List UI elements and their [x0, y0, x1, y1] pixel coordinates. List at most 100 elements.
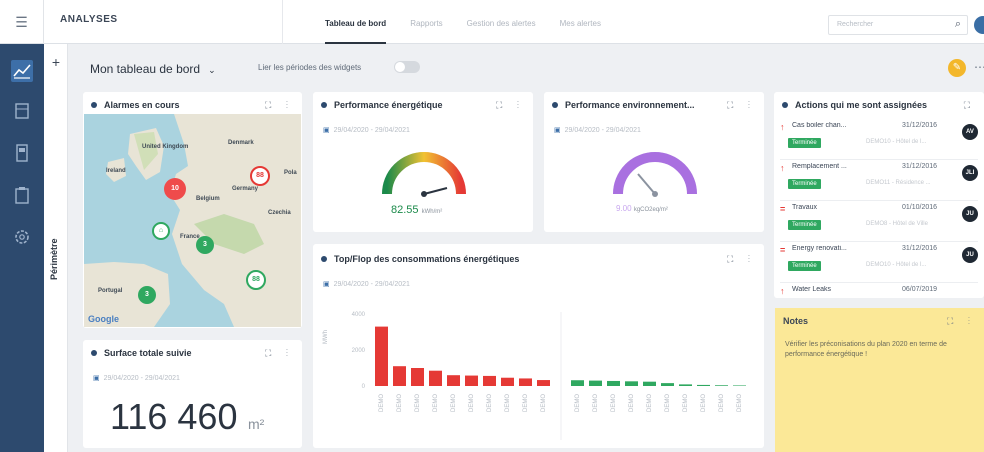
chart-bar: [465, 375, 478, 386]
map-label: Czechia: [268, 210, 291, 216]
assignee-avatar: JU: [962, 206, 978, 222]
widget-title: Notes: [783, 316, 809, 326]
x-tick-label: DEMO: [611, 394, 617, 412]
add-icon[interactable]: +: [49, 55, 63, 69]
user-avatar[interactable]: [974, 16, 984, 34]
x-tick-label: DEMO: [719, 394, 725, 412]
action-name: Remplacement ...: [792, 163, 847, 170]
chart-bar: [429, 370, 442, 386]
action-date: 31/12/2016: [902, 122, 938, 129]
environment-period: ▣ 29/04/2020 - 29/04/2021: [554, 126, 641, 134]
action-item[interactable]: ↑ Cas boiler chan... 31/12/2016 DEMO10 - Hô…: [780, 120, 978, 160]
widget-tools[interactable]: ⛶: [964, 100, 976, 111]
notes-text[interactable]: Vérifier les préconisations du plan 2020…: [785, 340, 972, 360]
chart-bar: [411, 368, 424, 386]
environment-number: 9.00: [616, 204, 632, 213]
widget-tools[interactable]: ⛶ ⋮: [727, 254, 756, 265]
widget-title: Performance énergétique: [334, 100, 443, 110]
widget-tools[interactable]: ⛶ ⋮: [265, 348, 294, 359]
x-tick-label: DEMO: [415, 394, 421, 412]
actions-widget: Actions qui me sont assignées ⛶ ↑ Cas boil…: [774, 92, 984, 298]
x-tick-label: DEMO: [469, 394, 475, 412]
assignee-avatar: AV: [962, 124, 978, 140]
widget-title: Actions qui me sont assignées: [795, 100, 928, 110]
alarm-cluster[interactable]: 10: [164, 178, 186, 200]
dashboard-selector[interactable]: Mon tableau de bord ⌄: [90, 62, 216, 76]
clipboard-icon[interactable]: [11, 184, 33, 206]
action-date: 31/12/2016: [902, 163, 938, 170]
map-label: Germany: [232, 186, 259, 192]
widget-tools[interactable]: ⛶ ⋮: [947, 316, 976, 327]
meter-icon[interactable]: [11, 142, 33, 164]
more-icon[interactable]: ⋯: [974, 60, 984, 74]
x-tick-label: DEMO: [701, 394, 707, 412]
action-name: Cas boiler chan...: [792, 122, 847, 129]
chart-bar: [501, 377, 514, 386]
y-axis-label: MWh: [323, 330, 329, 344]
priority-icon: ↑: [780, 122, 785, 132]
chart-bar: [375, 326, 388, 386]
tab-alert-management[interactable]: Gestion des alertes: [467, 0, 536, 44]
tab-dashboard[interactable]: Tableau de bord: [325, 0, 387, 44]
widget-tools[interactable]: ⛶ ⋮: [727, 100, 756, 111]
action-item[interactable]: ↑ Water Leaks 06/07/2019: [780, 284, 978, 298]
environment-gauge: [613, 152, 697, 197]
widget-dot-icon: [552, 102, 558, 108]
search-icon[interactable]: ⌕: [955, 18, 961, 31]
cart-pin-icon[interactable]: ⌂: [152, 222, 170, 240]
menu-icon[interactable]: ☰: [0, 0, 44, 44]
priority-icon: ↑: [780, 286, 785, 296]
alarms-map[interactable]: United Kingdom Ireland Denmark Germany F…: [84, 114, 301, 327]
alarm-cluster[interactable]: 3: [138, 286, 156, 304]
x-tick-label: DEMO: [647, 394, 653, 412]
action-site: DEMO10 - Hôtel de l...: [866, 262, 927, 268]
chart-bar: [679, 384, 692, 386]
perimeter-label[interactable]: Périmètre: [49, 238, 59, 280]
action-item[interactable]: = Travaux 01/10/2016 DEMO8 - Hôtel de Ville…: [780, 202, 978, 242]
calendar-icon: ▣: [554, 127, 561, 134]
x-tick-label: DEMO: [487, 394, 493, 412]
tab-reports[interactable]: Rapports: [410, 0, 442, 44]
widget-title: Performance environnement...: [565, 100, 695, 110]
alarm-pin[interactable]: 88: [246, 270, 266, 290]
environment-unit: kgCO2eq/m²: [633, 207, 668, 213]
x-tick-label: DEMO: [683, 394, 689, 412]
alarm-cluster[interactable]: 3: [196, 236, 214, 254]
map-label: Portugal: [98, 288, 123, 294]
x-tick-label: DEMO: [575, 394, 581, 412]
action-item[interactable]: = Energy renovati... 31/12/2016 DEMO10 - Hô…: [780, 243, 978, 283]
x-tick-label: DEMO: [593, 394, 599, 412]
settings-icon[interactable]: [11, 226, 33, 248]
analytics-icon[interactable]: [11, 60, 33, 82]
action-item[interactable]: ↑ Remplacement ... 31/12/2016 DEMO11 - Rési…: [780, 161, 978, 201]
x-tick-label: DEMO: [379, 394, 385, 412]
dashboard-title: Mon tableau de bord: [90, 62, 201, 76]
chart-bar: [643, 381, 656, 386]
map-label: Ireland: [106, 168, 126, 174]
widget-tools[interactable]: ⛶ ⋮: [496, 100, 525, 111]
x-tick-label: DEMO: [505, 394, 511, 412]
assignee-avatar: JLI: [962, 165, 978, 181]
x-tick-label: DEMO: [629, 394, 635, 412]
building-icon[interactable]: [11, 100, 33, 122]
widget-dot-icon: [782, 102, 788, 108]
search-input[interactable]: Rechercher ⌕: [828, 15, 968, 35]
x-tick-label: DEMO: [433, 394, 439, 412]
widget-tools[interactable]: ⛶ ⋮: [265, 100, 294, 111]
link-periods-toggle[interactable]: [394, 61, 420, 73]
energy-performance-widget: Performance énergétique ⛶ ⋮ ▣ 29/04/2020 -…: [313, 92, 533, 232]
widget-dot-icon: [91, 350, 97, 356]
alarm-pin[interactable]: 88: [250, 166, 270, 186]
app-title: ANALYSES: [60, 14, 118, 25]
x-tick-label: DEMO: [665, 394, 671, 412]
widget-title: Top/Flop des consommations énergétiques: [334, 254, 520, 264]
link-periods-label: Lier les périodes des widgets: [258, 63, 362, 72]
edit-dashboard-button[interactable]: ✎: [948, 59, 966, 77]
chart-bar: [661, 383, 674, 386]
surface-period: ▣ 29/04/2020 - 29/04/2021: [93, 374, 180, 382]
tab-my-alerts[interactable]: Mes alertes: [560, 0, 601, 44]
priority-icon: =: [780, 245, 786, 255]
y-tick-label: 4000: [352, 312, 366, 318]
top-bar: ☰ ANALYSES Tableau de bord Rapports Gest…: [0, 0, 984, 44]
status-badge: Terminée: [788, 220, 821, 230]
